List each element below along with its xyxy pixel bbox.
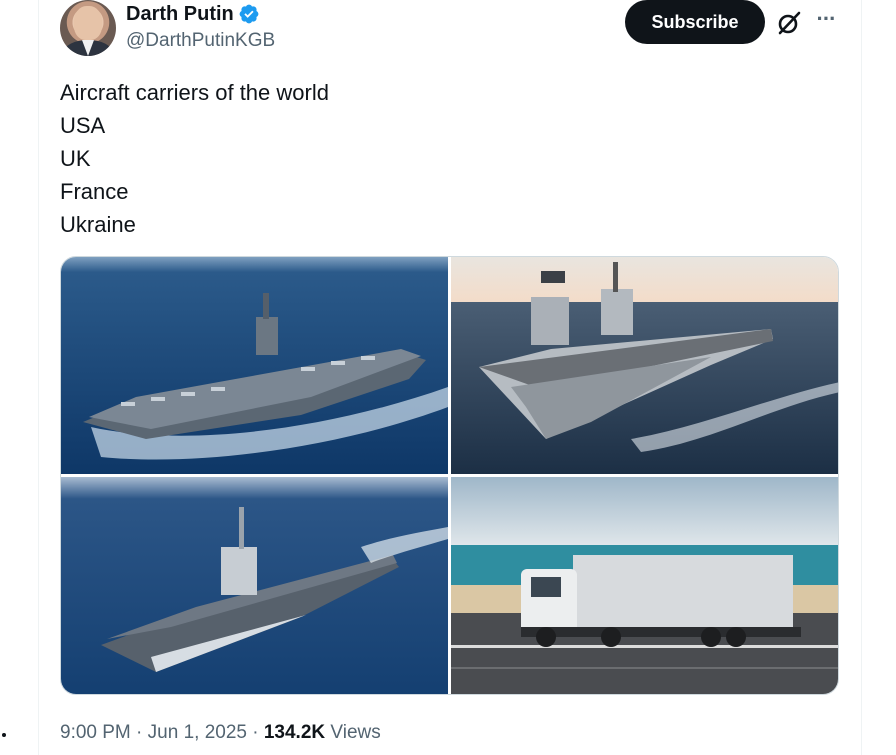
display-name[interactable]: Darth Putin xyxy=(126,1,234,27)
tweet-line: France xyxy=(60,179,129,204)
more-icon[interactable]: ··· xyxy=(812,8,840,34)
media-image-usa-carrier[interactable] xyxy=(61,257,448,474)
meta-separator: · xyxy=(136,722,143,743)
verified-badge-icon xyxy=(239,4,259,24)
tweet-meta: 9:00 PM · Jun 1, 2025 · 134.2K Views xyxy=(60,720,381,746)
tweet-line: UK xyxy=(60,146,91,171)
author-name-row[interactable]: Darth Putin xyxy=(126,1,260,27)
tweet-line: USA xyxy=(60,113,106,138)
avatar[interactable] xyxy=(60,0,116,56)
grok-icon[interactable] xyxy=(776,10,802,36)
tweet-line: Aircraft carriers of the world xyxy=(60,80,329,105)
views-count: 134.2K xyxy=(263,722,326,743)
views-label: Views xyxy=(330,722,381,743)
tweet-time[interactable]: 9:00 PM xyxy=(60,722,131,743)
subscribe-button[interactable]: Subscribe xyxy=(625,0,765,44)
tweet-line: Ukraine xyxy=(60,212,136,237)
tweet-text: Aircraft carriers of the world USA UK Fr… xyxy=(60,76,329,241)
media-grid xyxy=(60,256,839,695)
author-handle[interactable]: @DarthPutinKGB xyxy=(126,29,275,53)
tweet-date[interactable]: Jun 1, 2025 xyxy=(148,722,247,743)
media-image-uk-carrier[interactable] xyxy=(451,257,838,474)
meta-separator: · xyxy=(252,722,259,743)
media-image-france-carrier[interactable] xyxy=(61,477,448,694)
bullet-dot xyxy=(2,733,6,737)
media-image-truck[interactable] xyxy=(451,477,838,694)
